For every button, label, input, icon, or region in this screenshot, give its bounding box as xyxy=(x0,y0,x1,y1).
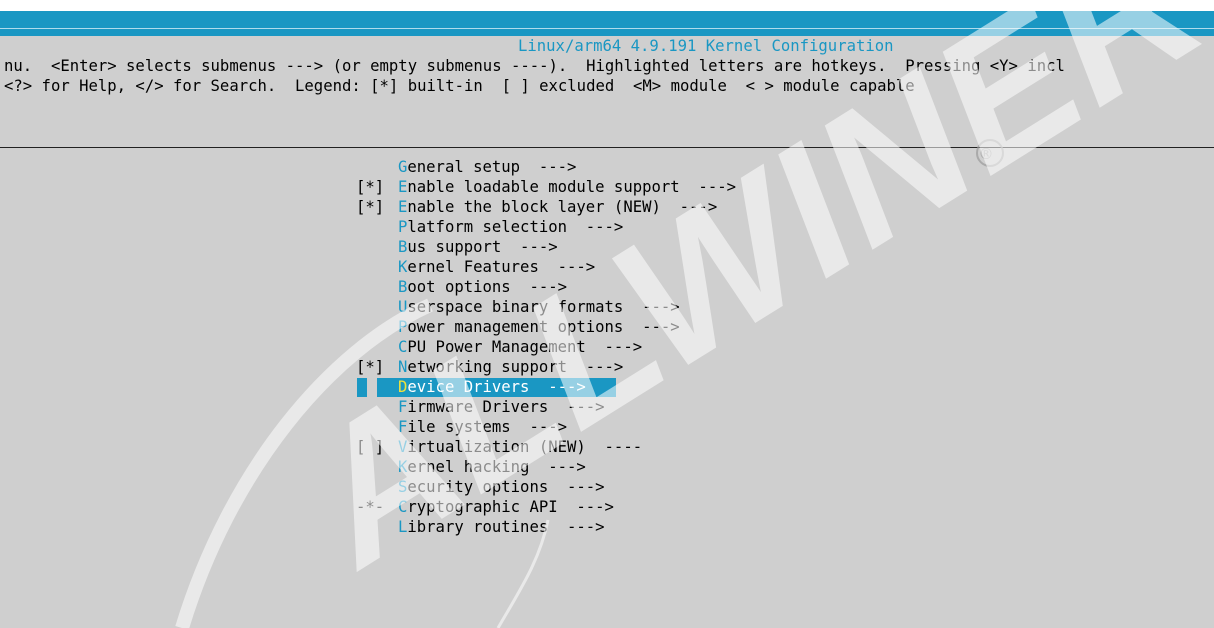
menu-item-text: latform selection ---> xyxy=(407,218,624,236)
menu-item-hotkey: N xyxy=(398,358,408,376)
title-line xyxy=(0,28,1214,29)
menu-item-text: evice Drivers ---> xyxy=(407,378,586,396)
menu-item-state xyxy=(356,297,398,317)
menu-item-state xyxy=(356,217,398,237)
menu-item-hotkey: P xyxy=(398,218,408,236)
menu-item-hotkey: B xyxy=(398,278,408,296)
menu-item-text: eneral setup ---> xyxy=(407,158,577,176)
menu-item-label: Kernel Features ---> xyxy=(398,257,595,277)
menu-item-hotkey: E xyxy=(398,198,408,216)
menu-item-hotkey: C xyxy=(398,338,408,356)
menu-item-label: Firmware Drivers ---> xyxy=(398,397,605,417)
menu-item-hotkey: P xyxy=(398,318,408,336)
menu-item-label: File systems ---> xyxy=(398,417,567,437)
menu-item-text: ile systems ---> xyxy=(407,418,567,436)
menu-item-hotkey: G xyxy=(398,158,408,176)
menu-item-hotkey: F xyxy=(398,398,408,416)
menu-item-label: CPU Power Management ---> xyxy=(398,337,642,357)
menu-item-label: Enable the block layer (NEW) ---> xyxy=(398,197,717,217)
menu-item-text: ernel hacking ---> xyxy=(407,458,586,476)
menu-item-hotkey: K xyxy=(398,258,408,276)
menu-item-text: irtualization (NEW) ---- xyxy=(407,438,643,456)
menu-item-text: ower management options ---> xyxy=(407,318,680,336)
menu-item-state xyxy=(356,477,398,497)
menu-item-state xyxy=(356,377,398,397)
menu-item-state xyxy=(356,417,398,437)
menu-item-text: us support ---> xyxy=(407,238,558,256)
menu-item-state xyxy=(356,397,398,417)
menu-item-label: Platform selection ---> xyxy=(398,217,623,237)
menu-item-state: [ ] xyxy=(356,438,385,456)
menu-item-hotkey: V xyxy=(398,438,408,456)
menu-item-label: Library routines ---> xyxy=(398,517,605,537)
menu-item-label: Kernel hacking ---> xyxy=(398,457,586,477)
menu-item-hotkey: U xyxy=(398,298,408,316)
menu-item-label: General setup ---> xyxy=(398,157,576,177)
menu-item-text: ryptographic API ---> xyxy=(407,498,614,516)
menu-item-hotkey: B xyxy=(398,238,408,256)
menu-item-state xyxy=(356,337,398,357)
menu-item-label: Virtualization (NEW) ---- xyxy=(398,437,642,457)
menu-item-hotkey: S xyxy=(398,478,408,496)
menu-item-text: PU Power Management ---> xyxy=(407,338,643,356)
menu-item-label: Networking support ---> xyxy=(398,357,623,377)
menu-item-label: Security options ---> xyxy=(398,477,605,497)
help-line-1: nu. <Enter> selects submenus ---> (or em… xyxy=(4,57,1065,75)
menu-item-label: Power management options ---> xyxy=(398,317,680,337)
menu-item-text: irmware Drivers ---> xyxy=(407,398,605,416)
menu-item-text: serspace binary formats ---> xyxy=(407,298,680,316)
menu-item-label: Userspace binary formats ---> xyxy=(398,297,680,317)
menuconfig-screen: Linux/arm64 4.9.191 Kernel Configuration… xyxy=(0,36,1214,628)
menu-item-hotkey: D xyxy=(398,378,408,396)
menu-item-label: Enable loadable module support ---> xyxy=(398,177,736,197)
menu-item-state xyxy=(356,457,398,477)
menu-item-state: [*] xyxy=(356,178,385,196)
menu-item-text: nable loadable module support ---> xyxy=(407,178,736,196)
menu-item-text: ecurity options ---> xyxy=(407,478,605,496)
menu-item-state xyxy=(356,237,398,257)
separator-line xyxy=(0,147,1214,148)
menu-item-state xyxy=(356,517,398,537)
title-bar xyxy=(0,11,1214,36)
menu-item-hotkey: C xyxy=(398,498,408,516)
menu-item-state: [*] xyxy=(356,198,385,216)
menu-item-state xyxy=(356,277,398,297)
menu-item-state: -*- xyxy=(356,498,385,516)
menu-item-label: Bus support ---> xyxy=(398,237,558,257)
menu-item-hotkey: E xyxy=(398,178,408,196)
menu-item-label: Boot options ---> xyxy=(398,277,567,297)
window-title: Linux/arm64 4.9.191 Kernel Configuration xyxy=(518,37,894,55)
menu-item-text: oot options ---> xyxy=(407,278,567,296)
menu-item-state xyxy=(356,257,398,277)
menu-item-hotkey: L xyxy=(398,518,408,536)
help-line-2: <?> for Help, </> for Search. Legend: [*… xyxy=(4,77,915,95)
menu-item-text: nable the block layer (NEW) ---> xyxy=(407,198,718,216)
menu-item-label: Device Drivers ---> xyxy=(398,377,586,397)
menu-item-state xyxy=(356,157,398,177)
top-band xyxy=(0,0,1214,11)
menu-item-label: Cryptographic API ---> xyxy=(398,497,614,517)
menu-item-hotkey: K xyxy=(398,458,408,476)
menu-item-text: ernel Features ---> xyxy=(407,258,596,276)
menu-item-state: [*] xyxy=(356,358,385,376)
menu-item-text: ibrary routines ---> xyxy=(407,518,605,536)
menu-item-hotkey: F xyxy=(398,418,408,436)
menu-item-text: etworking support ---> xyxy=(407,358,624,376)
menu-item-state xyxy=(356,317,398,337)
